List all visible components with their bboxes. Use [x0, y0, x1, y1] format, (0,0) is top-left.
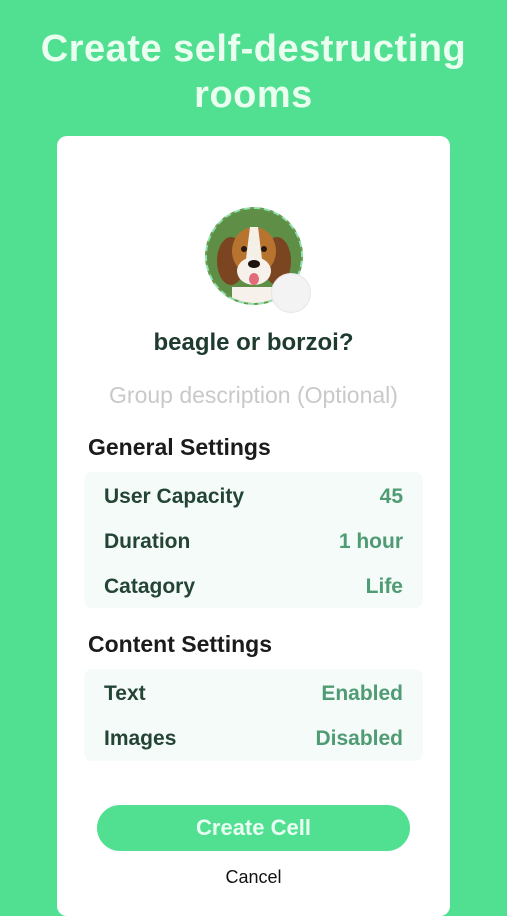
change-photo-badge[interactable]: [271, 273, 311, 313]
setting-label: Images: [104, 727, 177, 750]
content-settings-panel: Text Enabled Images Disabled: [84, 669, 423, 761]
headline-line-2: rooms: [194, 74, 313, 116]
content-settings-title: Content Settings: [88, 631, 272, 657]
create-room-card: beagle or borzoi? Group description (Opt…: [57, 136, 450, 916]
setting-value: 45: [379, 485, 403, 508]
setting-row-duration[interactable]: Duration 1 hour: [104, 530, 403, 560]
general-settings-panel: User Capacity 45 Duration 1 hour Catagor…: [84, 472, 423, 608]
headline-line-1: Create self-destructing: [40, 28, 467, 70]
setting-value: Life: [365, 575, 403, 598]
setting-label: Duration: [104, 530, 191, 553]
general-settings-title: General Settings: [88, 434, 271, 460]
cancel-button[interactable]: Cancel: [57, 867, 450, 888]
setting-label: Text: [104, 682, 146, 705]
setting-row-images[interactable]: Images Disabled: [104, 727, 403, 757]
room-avatar[interactable]: [205, 207, 311, 313]
headline: Create self-destructing rooms: [0, 26, 507, 118]
group-description-input[interactable]: Group description (Optional): [57, 382, 450, 409]
setting-value: 1 hour: [338, 530, 403, 553]
setting-value: Enabled: [321, 682, 403, 705]
create-cell-button[interactable]: Create Cell: [97, 805, 410, 851]
setting-row-text[interactable]: Text Enabled: [104, 682, 403, 712]
setting-value: Disabled: [315, 727, 403, 750]
setting-label: Catagory: [104, 575, 196, 598]
room-name[interactable]: beagle or borzoi?: [57, 329, 450, 357]
setting-row-category[interactable]: Catagory Life: [104, 575, 403, 605]
setting-label: User Capacity: [104, 485, 245, 508]
setting-row-user-capacity[interactable]: User Capacity 45: [104, 485, 403, 515]
